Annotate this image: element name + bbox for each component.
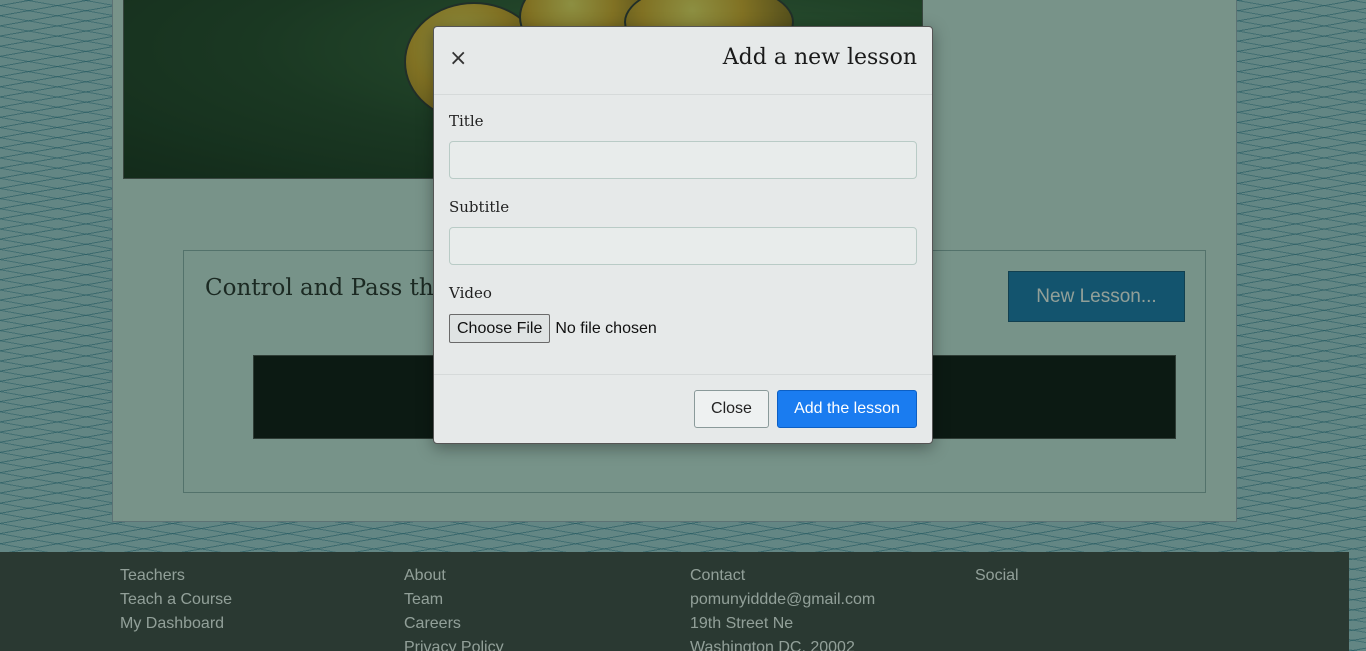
add-lesson-button[interactable]: Add the lesson [777,390,917,428]
close-icon[interactable]: × [449,48,467,70]
title-input[interactable] [449,141,917,179]
title-label: Title [449,112,484,130]
add-lesson-modal: × Add a new lesson Title Subtitle Video … [433,26,933,444]
subtitle-label: Subtitle [449,198,510,216]
video-file-picker: Choose File No file chosen [449,314,657,343]
modal-footer: Close Add the lesson [434,374,932,444]
choose-file-button[interactable]: Choose File [449,314,551,343]
modal-header: × Add a new lesson [434,27,932,95]
file-status-text: No file chosen [555,319,657,337]
close-button[interactable]: Close [694,390,769,428]
modal-title: Add a new lesson [722,45,917,70]
video-label: Video [449,284,492,302]
subtitle-input[interactable] [449,227,917,265]
